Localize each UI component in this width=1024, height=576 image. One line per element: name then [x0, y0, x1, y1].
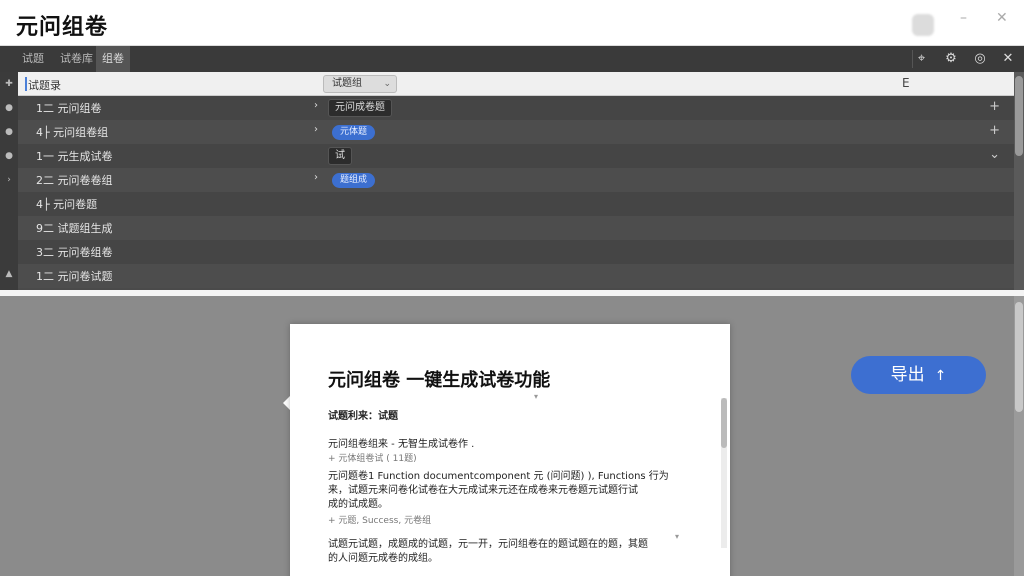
minimize-button[interactable]: – [960, 10, 967, 26]
panel-scroll-thumb[interactable] [1015, 76, 1023, 156]
doc-line: + 元体组卷试 ( 11题) [328, 454, 417, 464]
doc-pointer [283, 396, 290, 410]
doc-line: 的人问题元成卷的成组。 [328, 553, 438, 564]
doc-scroll-thumb[interactable] [721, 398, 727, 448]
select-value: 试题组 [332, 78, 362, 89]
add-icon[interactable]: + [989, 123, 1000, 138]
preview-scroll-thumb[interactable] [1015, 302, 1023, 412]
list-item[interactable]: 1二 元问卷试题 [18, 264, 1014, 288]
chevron-right-icon[interactable]: › [314, 100, 318, 111]
panel-scrollbar[interactable] [1014, 72, 1024, 290]
circle-icon[interactable]: ● [3, 102, 15, 114]
row-tag[interactable]: 试 [328, 147, 352, 165]
list-item[interactable]: 2二 元问卷卷组 › 题组成 [18, 168, 1014, 192]
circle-icon[interactable]: ● [3, 150, 15, 162]
preview-scrollbar[interactable] [1014, 296, 1024, 576]
gear-icon[interactable]: ⚙ [942, 50, 960, 68]
row-label: 9二 试题组生成 [36, 222, 113, 235]
toolbar: 试题 试卷库 组卷 ⌖ ⚙ ◎ ✕ [0, 46, 1024, 72]
list-item[interactable]: 3二 元问卷组卷 [18, 240, 1014, 264]
row-label: 3二 元问卷组卷 [36, 246, 113, 259]
list-item[interactable]: 4├ 元问组卷组 › 元体题 + [18, 120, 1014, 144]
title-bar: 元问组卷 – ✕ [0, 0, 1024, 46]
chevron-right-icon[interactable]: › [314, 124, 318, 135]
arrow-up-icon[interactable]: ▲ [3, 268, 15, 280]
header-accent [25, 77, 27, 91]
paper-preview: 元问组卷 一键生成试卷功能 ▾ 试题利来：试题 元问组卷组来 - 无智生成试卷作… [290, 324, 730, 576]
header-label: 试题录 [28, 79, 61, 92]
list-item[interactable]: 1二 元问组卷 › 元问成卷题 + [18, 96, 1014, 120]
crosshair-icon[interactable]: ⌖ [912, 50, 930, 68]
export-button[interactable]: 导出 ↑ [851, 356, 986, 394]
panel-header-row: 试题录 试题组 ⌄ E [18, 72, 1014, 96]
row-tag[interactable]: 题组成 [332, 173, 376, 188]
question-panel: ✚ ● ● ● › ▲ 试题录 试题组 ⌄ E 1二 元问组卷 › 元问成卷题 … [0, 72, 1024, 290]
paper-title: 元问组卷 一键生成试卷功能 [328, 370, 551, 391]
chevron-down-icon: ⌄ [383, 79, 391, 89]
row-label: 1二 元问组卷 [36, 102, 102, 115]
export-label: 导出 [890, 365, 925, 385]
doc-line: 元问题卷1 Function documentcomponent 元 (问问题)… [328, 471, 669, 482]
add-icon[interactable]: + [989, 99, 1000, 114]
tab-paper-library[interactable]: 试卷库 [54, 46, 99, 72]
panel-gutter: ✚ ● ● ● › ▲ [0, 72, 18, 290]
tab-questions[interactable]: 试题 [16, 46, 50, 72]
app-title: 元问组卷 [16, 15, 109, 40]
row-label: 1一 元生成试卷 [36, 150, 113, 163]
row-label: 4├ 元问卷题 [36, 198, 98, 211]
doc-scrollbar[interactable] [721, 398, 727, 548]
chevron-right-icon[interactable]: › [3, 174, 15, 186]
row-tag[interactable]: 元体题 [332, 125, 376, 140]
list-item[interactable]: 4├ 元问卷题 [18, 192, 1014, 216]
plus-icon[interactable]: ✚ [3, 78, 15, 90]
list-item[interactable]: 9二 试题组生成 [18, 216, 1014, 240]
row-label: 2二 元问卷卷组 [36, 174, 113, 187]
app-avatar-icon[interactable] [912, 14, 934, 36]
doc-line: 成的试成题。 [328, 499, 388, 510]
doc-line: 来，试题元来问卷化试卷在大元成试来元还在成卷来元卷题元试题行试 [328, 485, 638, 496]
row-label: 4├ 元问组卷组 [36, 126, 109, 139]
row-label: 1二 元问卷试题 [36, 270, 113, 283]
close-window-button[interactable]: ✕ [996, 10, 1008, 26]
list-item[interactable]: 1一 元生成试卷 试 ⌄ [18, 144, 1014, 168]
caret-icon: ▾ [534, 392, 539, 401]
chevron-down-icon[interactable]: ⌄ [989, 147, 1000, 162]
question-type-select[interactable]: 试题组 ⌄ [323, 75, 397, 93]
header-right-label: E [902, 76, 910, 90]
caret-icon: ▾ [675, 532, 680, 541]
close-panel-icon[interactable]: ✕ [999, 50, 1017, 68]
doc-line: 试题元试题，成题成的试题，元一开，元问组卷在的题试题在的题，其题 [328, 539, 648, 550]
chevron-right-icon[interactable]: › [314, 172, 318, 183]
arrow-up-icon: ↑ [934, 368, 947, 384]
doc-line: 元问组卷组来 - 无智生成试卷作 . [328, 439, 475, 450]
tab-compose[interactable]: 组卷 [96, 46, 130, 72]
circle-icon[interactable]: ● [3, 126, 15, 138]
doc-line: 试题利来：试题 [328, 411, 398, 422]
row-tag[interactable]: 元问成卷题 [328, 99, 392, 117]
doc-line: + 元题, Success, 元卷组 [328, 516, 432, 526]
target-icon[interactable]: ◎ [971, 50, 989, 68]
